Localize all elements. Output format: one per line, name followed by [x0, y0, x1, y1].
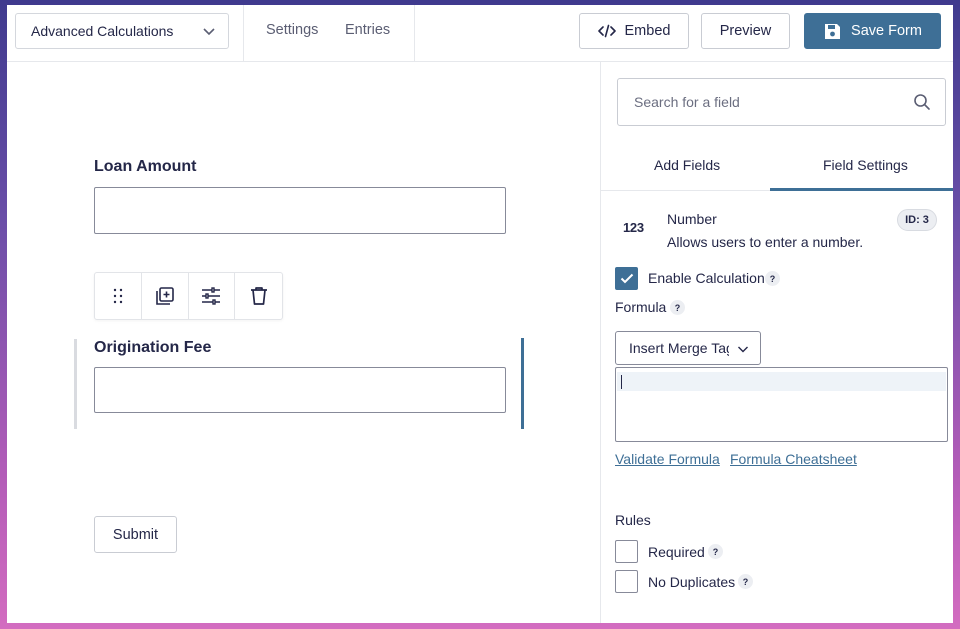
duplicate-icon[interactable]	[142, 273, 189, 319]
field-selection-indicator	[74, 339, 77, 429]
loan-amount-label: Loan Amount	[94, 158, 197, 175]
field-sidebar: Search for a field Add Fields Field Sett…	[600, 62, 953, 623]
tab-field-settings[interactable]: Field Settings	[823, 157, 908, 173]
field-type-title: Number	[667, 211, 717, 227]
help-icon[interactable]: ?	[738, 574, 753, 589]
floppy-disk-icon	[825, 23, 841, 39]
field-toolbar	[94, 272, 283, 320]
merge-tags-label: Insert Merge Tags	[629, 340, 729, 356]
search-icon	[914, 94, 930, 110]
field-id-badge: ID: 3	[897, 209, 937, 231]
active-tab-indicator	[770, 188, 953, 191]
help-icon[interactable]: ?	[765, 271, 780, 286]
top-bar: Advanced Calculations Settings Entries E…	[7, 5, 953, 62]
tab-add-fields[interactable]: Add Fields	[654, 157, 720, 173]
form-switcher-dropdown[interactable]: Advanced Calculations	[15, 13, 229, 49]
drag-handle-icon[interactable]	[95, 273, 142, 319]
divider	[414, 5, 415, 62]
field-type-description: Allows users to enter a number.	[667, 234, 864, 250]
required-checkbox[interactable]	[615, 540, 638, 563]
formula-textarea[interactable]	[615, 367, 948, 442]
trash-icon[interactable]	[235, 273, 282, 319]
no-duplicates-label: No Duplicates	[648, 574, 736, 590]
preview-label: Preview	[719, 23, 772, 39]
code-icon	[597, 24, 616, 38]
save-form-label: Save Form	[851, 23, 922, 39]
form-switcher-label: Advanced Calculations	[31, 23, 174, 39]
loan-amount-input[interactable]	[94, 187, 506, 234]
settings-sliders-icon[interactable]	[189, 273, 236, 319]
form-editor-window: Advanced Calculations Settings Entries E…	[7, 5, 953, 623]
embed-label: Embed	[624, 23, 671, 39]
save-form-button[interactable]: Save Form	[804, 13, 941, 49]
settings-link[interactable]: Settings	[266, 22, 318, 38]
search-field-input[interactable]: Search for a field	[617, 78, 946, 126]
chevron-down-icon	[738, 346, 748, 353]
help-icon[interactable]: ?	[670, 300, 685, 315]
chevron-down-icon	[203, 28, 215, 36]
text-caret	[621, 375, 622, 389]
help-icon[interactable]: ?	[708, 544, 723, 559]
required-label: Required	[648, 544, 705, 560]
sidebar-tabs: Add Fields Field Settings	[601, 142, 953, 191]
no-duplicates-checkbox[interactable]	[615, 570, 638, 593]
origination-fee-input[interactable]	[94, 367, 506, 413]
insert-merge-tags-dropdown[interactable]: Insert Merge Tags	[615, 331, 761, 365]
submit-button[interactable]: Submit	[94, 516, 177, 553]
formula-label: Formula	[615, 299, 667, 315]
search-placeholder: Search for a field	[634, 94, 740, 110]
validate-formula-link[interactable]: Validate Formula	[615, 451, 720, 467]
entries-link[interactable]: Entries	[345, 22, 390, 38]
active-line-highlight	[617, 372, 946, 391]
enable-calculation-checkbox[interactable]	[615, 267, 638, 290]
divider	[243, 5, 244, 62]
preview-button[interactable]: Preview	[701, 13, 790, 49]
formula-cheatsheet-link[interactable]: Formula Cheatsheet	[730, 451, 857, 467]
number-field-icon: 123	[623, 220, 644, 235]
checkmark-icon	[620, 273, 633, 284]
embed-button[interactable]: Embed	[579, 13, 689, 49]
origination-fee-label: Origination Fee	[94, 339, 212, 356]
enable-calculation-label: Enable Calculation	[648, 270, 765, 286]
rules-label: Rules	[615, 512, 651, 528]
field-selection-indicator	[521, 338, 524, 429]
